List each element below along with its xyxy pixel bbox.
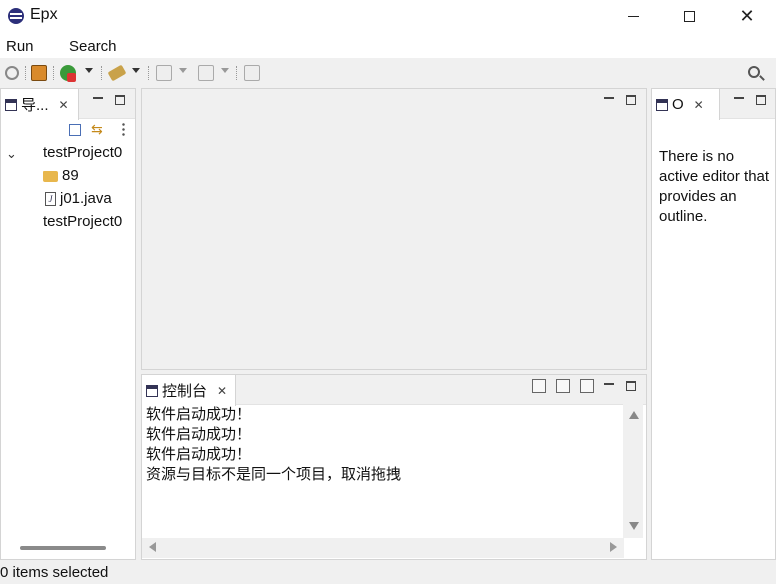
navigator-scrollbar-thumb[interactable] — [20, 546, 106, 550]
outline-message: There is no active editor that provides … — [659, 148, 770, 225]
scroll-lock-icon[interactable] — [556, 379, 570, 393]
minimize-view-icon[interactable] — [93, 97, 103, 99]
eclipse-app-icon — [8, 8, 24, 24]
outline-header: O ✕ — [652, 89, 775, 120]
previous-annotation-icon[interactable] — [198, 65, 214, 81]
toolbar-separator — [53, 66, 54, 80]
toolbar-separator — [236, 66, 237, 80]
folder-icon — [43, 170, 58, 182]
close-icon[interactable]: ✕ — [59, 98, 69, 112]
collapse-all-icon[interactable] — [69, 124, 81, 136]
tab-console[interactable]: 控制台 ✕ — [142, 375, 236, 406]
toolbar-separator — [148, 66, 149, 80]
clear-console-icon[interactable] — [532, 379, 546, 393]
navigator-header: 导... ✕ — [1, 89, 135, 120]
close-button[interactable]: ✕ — [724, 0, 770, 32]
minimize-icon — [627, 15, 639, 17]
console-header: 控制台 ✕ — [142, 375, 646, 406]
run-dropdown-icon[interactable] — [85, 68, 93, 73]
external-tools-dropdown-icon[interactable] — [132, 68, 140, 73]
console-output[interactable]: 软件启动成功！ 软件启动成功！ 软件启动成功！ 资源与目标不是同一个项目，取消拖拽 — [146, 404, 401, 484]
minimize-button[interactable] — [610, 0, 656, 32]
editor-area — [141, 88, 647, 370]
close-icon[interactable]: ✕ — [694, 98, 704, 112]
maximize-view-icon[interactable] — [756, 95, 766, 105]
minimize-view-icon[interactable] — [604, 383, 614, 385]
close-icon: ✕ — [739, 5, 755, 26]
maximize-button[interactable] — [666, 0, 712, 32]
tree-item-file[interactable]: Jj01.java — [45, 190, 112, 207]
expand-icon[interactable]: ⌄ — [6, 146, 17, 162]
console-line: 软件启动成功！ — [146, 405, 252, 423]
status-text: 0 items selected — [0, 564, 109, 581]
console-line: 软件启动成功！ — [146, 445, 252, 463]
menu-search[interactable]: Search — [69, 38, 117, 55]
tab-navigator[interactable]: 导... ✕ — [1, 89, 79, 120]
tree-item-project[interactable]: testProject0 — [43, 144, 122, 161]
console-vertical-scrollbar[interactable] — [623, 404, 643, 538]
run-stop-badge — [67, 73, 76, 82]
refresh-icon[interactable] — [5, 66, 19, 80]
java-file-icon: J — [45, 192, 56, 207]
console-view-icon — [146, 384, 158, 397]
outline-view-icon — [656, 98, 668, 111]
tab-navigator-label: 导... — [21, 97, 49, 114]
console-horizontal-scrollbar[interactable] — [142, 538, 624, 558]
console-line: 软件启动成功！ — [146, 425, 252, 443]
maximize-view-icon[interactable] — [626, 95, 636, 105]
tree-item-project[interactable]: testProject0 — [43, 213, 122, 230]
minimize-view-icon[interactable] — [604, 97, 614, 99]
menu-bar: Run Search — [0, 32, 776, 58]
close-icon[interactable]: ✕ — [217, 384, 227, 398]
minimize-view-icon[interactable] — [734, 97, 744, 99]
tab-console-label: 控制台 — [162, 383, 208, 400]
toolbar-separator — [101, 66, 102, 80]
window-title: Epx — [30, 6, 58, 23]
scroll-right-icon[interactable] — [610, 542, 617, 552]
toolbar-separator — [25, 66, 26, 80]
title-bar: Epx ✕ — [0, 0, 776, 32]
word-wrap-icon[interactable] — [580, 379, 594, 393]
tree-item-label: 89 — [62, 167, 79, 184]
build-icon[interactable] — [31, 65, 47, 81]
maximize-view-icon[interactable] — [115, 95, 125, 105]
link-with-editor-icon[interactable]: ⇆ — [91, 122, 105, 136]
scroll-up-icon[interactable] — [629, 411, 639, 419]
tree-item-label: j01.java — [60, 190, 112, 207]
scroll-left-icon[interactable] — [149, 542, 156, 552]
previous-annotation-dropdown-icon[interactable] — [221, 68, 229, 73]
navigator-view-icon — [5, 98, 17, 111]
maximize-view-icon[interactable] — [626, 381, 636, 391]
main-toolbar — [0, 58, 776, 88]
view-menu-icon[interactable] — [122, 122, 125, 136]
console-line: 资源与目标不是同一个项目，取消拖拽 — [146, 465, 402, 483]
tab-outline-label: O — [672, 96, 684, 113]
tree-item-folder[interactable]: 89 — [43, 167, 79, 184]
back-icon[interactable] — [244, 65, 260, 81]
next-annotation-icon[interactable] — [156, 65, 172, 81]
tab-outline[interactable]: O ✕ — [652, 89, 720, 120]
next-annotation-dropdown-icon[interactable] — [179, 68, 187, 73]
search-icon[interactable] — [748, 66, 760, 78]
menu-run[interactable]: Run — [6, 38, 34, 55]
scroll-down-icon[interactable] — [629, 522, 639, 530]
external-tools-icon[interactable] — [107, 64, 127, 82]
maximize-icon — [683, 10, 695, 22]
